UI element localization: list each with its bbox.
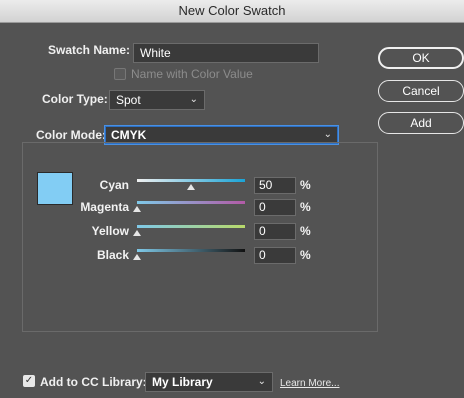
value-input-yellow[interactable]: 0 [254,223,296,240]
slider-track-cyan[interactable] [137,179,245,182]
swatch-name-label: Swatch Name: [48,43,131,57]
slider-label-yellow: Yellow [91,224,129,238]
slider-track-magenta[interactable] [137,201,245,204]
ok-button[interactable]: OK [378,47,464,69]
percent-unit-magenta: % [300,200,311,214]
name-with-color-value-checkbox[interactable] [114,68,126,80]
cancel-button[interactable]: Cancel [378,80,464,102]
window-title: New Color Swatch [0,0,464,23]
cc-library-select[interactable]: My Library ⌄ [145,372,273,392]
slider-thumb-magenta[interactable] [133,206,141,212]
chevron-down-icon: ⌄ [257,376,266,387]
new-color-swatch-dialog: Swatch Name: White Name with Color Value… [0,23,464,398]
name-with-color-value-label: Name with Color Value [131,67,253,81]
cc-library-value: My Library [152,375,213,389]
color-mode-label: Color Mode: [36,128,106,142]
slider-thumb-cyan[interactable] [187,184,195,190]
swatch-name-input[interactable]: White [133,43,319,63]
percent-unit-black: % [300,248,311,262]
add-to-cc-library-checkbox[interactable]: ✓ [23,375,35,387]
add-button[interactable]: Add [378,112,464,134]
slider-track-black[interactable] [137,249,245,252]
color-mode-value: CMYK [111,128,147,142]
percent-unit-yellow: % [300,224,311,238]
color-type-select[interactable]: Spot ⌄ [109,90,205,110]
chevron-down-icon: ⌄ [189,94,198,105]
slider-label-cyan: Cyan [99,178,129,192]
slider-label-black: Black [96,248,129,262]
slider-thumb-yellow[interactable] [133,230,141,236]
percent-unit-cyan: % [300,178,311,192]
color-type-value: Spot [116,93,141,107]
slider-label-magenta: Magenta [80,200,129,214]
color-type-label: Color Type: [42,92,108,106]
slider-thumb-black[interactable] [133,254,141,260]
add-to-cc-library-label: Add to CC Library: [40,375,147,389]
learn-more-link[interactable]: Learn More... [280,378,339,389]
value-input-cyan[interactable]: 50 [254,177,296,194]
value-input-black[interactable]: 0 [254,247,296,264]
value-input-magenta[interactable]: 0 [254,199,296,216]
slider-track-yellow[interactable] [137,225,245,228]
